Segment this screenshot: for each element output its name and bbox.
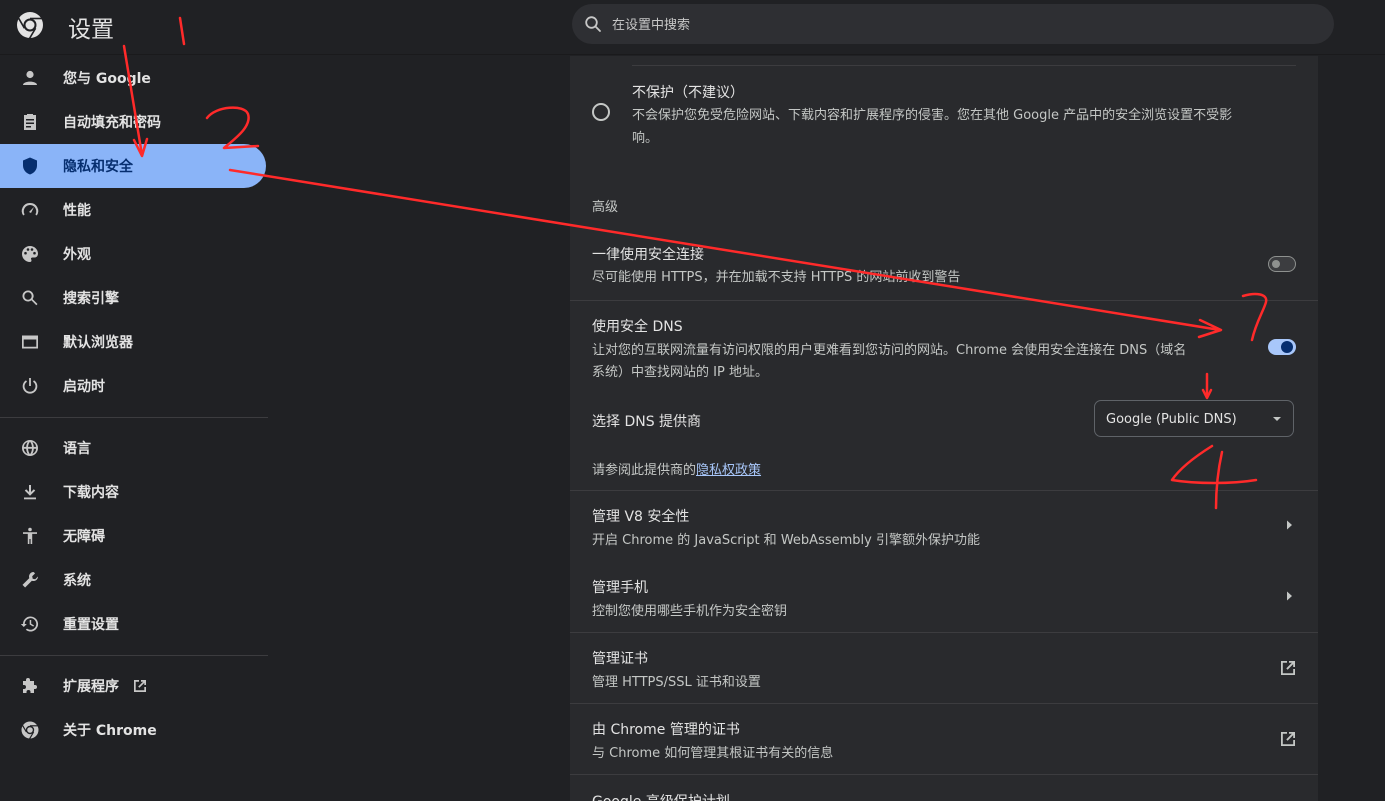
sidebar-item-you-and-google[interactable]: 您与 Google xyxy=(0,56,268,100)
sidebar-item-appearance[interactable]: 外观 xyxy=(0,232,268,276)
secure-dns-desc-line2: 系统）中查找网站的 IP 地址。 xyxy=(592,365,768,380)
sidebar-item-performance[interactable]: 性能 xyxy=(0,188,268,232)
sidebar-divider xyxy=(0,655,268,656)
sidebar-item-label: 启动时 xyxy=(63,379,105,395)
arrow-right-icon xyxy=(1287,591,1292,601)
advanced-heading: 高级 xyxy=(592,200,619,215)
dns-privacy-note: 请参阅此提供商的隐私权政策 xyxy=(592,459,761,478)
clipboard-icon xyxy=(20,112,40,132)
divider xyxy=(570,774,1318,775)
sidebar-item-downloads[interactable]: 下载内容 xyxy=(0,470,268,514)
no-protection-title: 不保护（不建议） xyxy=(632,85,744,101)
manage-phones-title: 管理手机 xyxy=(592,580,648,596)
sidebar-item-label: 重置设置 xyxy=(63,617,119,633)
history-icon xyxy=(20,614,40,634)
privacy-policy-link[interactable]: 隐私权政策 xyxy=(696,463,761,478)
toggle-knob xyxy=(1272,260,1280,268)
sidebar: 您与 Google 自动填充和密码 隐私和安全 性能 外观 搜索引擎 默认浏览器… xyxy=(0,56,268,752)
no-protection-desc-line2: 响。 xyxy=(632,131,659,146)
sidebar-item-label: 外观 xyxy=(63,247,91,263)
dns-provider-selected-value: Google (Public DNS) xyxy=(1106,412,1237,427)
sidebar-item-default-browser[interactable]: 默认浏览器 xyxy=(0,320,268,364)
sidebar-item-label: 隐私和安全 xyxy=(63,159,133,175)
sidebar-item-system[interactable]: 系统 xyxy=(0,558,268,602)
https-only-toggle[interactable] xyxy=(1268,256,1296,272)
toggle-knob xyxy=(1281,341,1293,353)
no-protection-desc-line1: 不会保护您免受危险网站、下载内容和扩展程序的侵害。您在其他 Google 产品中… xyxy=(632,108,1233,123)
sidebar-item-autofill[interactable]: 自动填充和密码 xyxy=(0,100,268,144)
chrome-icon xyxy=(20,720,40,740)
power-icon xyxy=(20,376,40,396)
manage-certificates-title: 管理证书 xyxy=(592,651,648,667)
puzzle-icon xyxy=(20,676,40,696)
manage-certificates-desc: 管理 HTTPS/SSL 证书和设置 xyxy=(592,675,761,690)
download-icon xyxy=(20,482,40,502)
sidebar-item-label: 性能 xyxy=(63,203,91,219)
sidebar-item-reset[interactable]: 重置设置 xyxy=(0,602,268,646)
open-in-new-icon xyxy=(1281,661,1295,675)
sidebar-item-extensions[interactable]: 扩展程序 xyxy=(0,664,268,708)
arrow-right-icon xyxy=(1287,520,1292,530)
secure-dns-toggle[interactable] xyxy=(1268,339,1296,355)
divider xyxy=(570,300,1318,301)
sidebar-item-privacy-security[interactable]: 隐私和安全 xyxy=(0,144,266,188)
v8-security-desc: 开启 Chrome 的 JavaScript 和 WebAssembly 引擎额… xyxy=(592,533,980,548)
https-only-desc: 尽可能使用 HTTPS，并在加载不支持 HTTPS 的网站前收到警告 xyxy=(592,270,961,285)
sidebar-item-accessibility[interactable]: 无障碍 xyxy=(0,514,268,558)
manage-phones-desc: 控制您使用哪些手机作为安全密钥 xyxy=(592,604,788,619)
divider xyxy=(570,490,1318,491)
search-icon xyxy=(585,16,601,32)
secure-dns-title: 使用安全 DNS xyxy=(592,319,683,335)
search-icon xyxy=(20,288,40,308)
sidebar-item-label: 自动填充和密码 xyxy=(63,115,161,131)
sidebar-item-search-engine[interactable]: 搜索引擎 xyxy=(0,276,268,320)
palette-icon xyxy=(20,244,40,264)
sidebar-item-label: 关于 Chrome xyxy=(63,723,157,739)
open-in-new-icon xyxy=(134,680,146,692)
chrome-certificates-desc: 与 Chrome 如何管理其根证书有关的信息 xyxy=(592,746,834,761)
search-input[interactable] xyxy=(610,4,1314,46)
chrome-certificates-title: 由 Chrome 管理的证书 xyxy=(592,722,740,738)
browser-window-icon xyxy=(20,332,40,352)
dns-provider-select[interactable]: Google (Public DNS) xyxy=(1094,400,1294,437)
accessibility-icon xyxy=(20,526,40,546)
https-only-title: 一律使用安全连接 xyxy=(592,247,704,263)
sidebar-item-label: 您与 Google xyxy=(63,71,151,87)
page-title: 设置 xyxy=(68,17,114,43)
search-box[interactable] xyxy=(572,4,1334,46)
sidebar-item-label: 下载内容 xyxy=(63,485,119,501)
sidebar-item-languages[interactable]: 语言 xyxy=(0,426,268,470)
open-in-new-icon xyxy=(1281,732,1295,746)
sidebar-item-label: 扩展程序 xyxy=(63,679,119,695)
sidebar-item-label: 语言 xyxy=(63,441,91,457)
dns-provider-label: 选择 DNS 提供商 xyxy=(592,414,702,430)
speedometer-icon xyxy=(20,200,40,220)
sidebar-item-label: 无障碍 xyxy=(63,529,105,545)
sidebar-divider xyxy=(0,417,268,418)
settings-content-panel: 不保护（不建议） 不会保护您免受危险网站、下载内容和扩展程序的侵害。您在其他 G… xyxy=(570,56,1318,801)
divider xyxy=(570,703,1318,704)
divider xyxy=(570,632,1318,633)
chrome-logo-icon xyxy=(17,12,43,39)
divider xyxy=(632,65,1296,66)
sidebar-item-label: 默认浏览器 xyxy=(63,335,133,351)
caret-down-icon xyxy=(1273,417,1281,421)
v8-security-title: 管理 V8 安全性 xyxy=(592,509,690,525)
secure-dns-desc-line1: 让对您的互联网流量有访问权限的用户更难看到您访问的网站。Chrome 会使用安全… xyxy=(592,343,1187,358)
no-protection-radio[interactable] xyxy=(592,103,610,121)
globe-icon xyxy=(20,438,40,458)
dns-privacy-prefix: 请参阅此提供商的 xyxy=(592,463,697,478)
sidebar-item-on-startup[interactable]: 启动时 xyxy=(0,364,268,408)
sidebar-item-about-chrome[interactable]: 关于 Chrome xyxy=(0,708,268,752)
shield-icon xyxy=(20,156,40,176)
top-bar: 设置 xyxy=(0,0,1385,55)
advanced-protection-title[interactable]: Google 高级保护计划 xyxy=(592,791,730,801)
wrench-icon xyxy=(20,570,40,590)
sidebar-item-label: 搜索引擎 xyxy=(63,291,119,307)
person-icon xyxy=(20,68,40,88)
sidebar-item-label: 系统 xyxy=(63,573,91,589)
